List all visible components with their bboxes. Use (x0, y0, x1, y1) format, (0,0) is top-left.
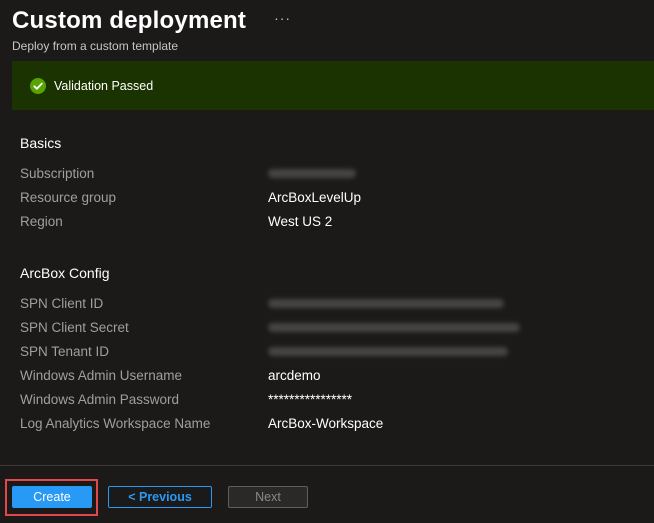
row-value: arcdemo (268, 367, 321, 383)
redacted-value (268, 168, 356, 178)
more-options-button[interactable]: ··· (270, 8, 295, 28)
validation-banner: Validation Passed (12, 61, 654, 110)
title-row: Custom deployment ··· (12, 4, 654, 38)
summary-row-region: Region West US 2 (20, 209, 640, 233)
page-subtitle: Deploy from a custom template (12, 39, 179, 53)
summary-row-admin-username: Windows Admin Username arcdemo (20, 363, 640, 387)
redacted-value (268, 322, 520, 332)
row-label: Log Analytics Workspace Name (20, 415, 211, 431)
row-label: Windows Admin Password (20, 391, 180, 407)
section-title-basics: Basics (20, 135, 62, 151)
summary-row-subscription: Subscription (20, 161, 640, 185)
redacted-value (268, 346, 508, 356)
validation-status-text: Validation Passed (54, 78, 154, 93)
footer-divider (0, 465, 654, 466)
page-header: Custom deployment ··· Deploy from a cust… (12, 4, 654, 53)
row-label: Subscription (20, 165, 95, 181)
row-value-redacted (268, 296, 504, 311)
summary-row-spn-client-secret: SPN Client Secret (20, 315, 640, 339)
summary-row-workspace-name: Log Analytics Workspace Name ArcBox-Work… (20, 411, 640, 435)
row-label: Region (20, 213, 63, 229)
summary-row-resource-group: Resource group ArcBoxLevelUp (20, 185, 640, 209)
summary-row-spn-client-id: SPN Client ID (20, 291, 640, 315)
row-value-redacted (268, 344, 508, 359)
previous-button[interactable]: < Previous (108, 486, 212, 508)
redacted-value (268, 298, 504, 308)
summary-row-admin-password: Windows Admin Password **************** (20, 387, 640, 411)
next-button[interactable]: Next (228, 486, 308, 508)
row-value-redacted (268, 320, 520, 335)
check-circle-icon (30, 77, 46, 94)
row-value: ArcBox-Workspace (268, 415, 384, 431)
section-title-arcbox-config: ArcBox Config (20, 265, 110, 281)
row-value: West US 2 (268, 213, 333, 229)
row-label: Windows Admin Username (20, 367, 183, 383)
row-label: SPN Client ID (20, 295, 104, 311)
page-title: Custom deployment (12, 7, 247, 34)
row-label: SPN Client Secret (20, 319, 129, 335)
row-label: Resource group (20, 189, 117, 205)
row-value-redacted (268, 166, 356, 181)
custom-deployment-page: Custom deployment ··· Deploy from a cust… (0, 0, 654, 523)
row-label: SPN Tenant ID (20, 343, 110, 359)
row-value: ArcBoxLevelUp (268, 189, 362, 205)
row-value: **************** (268, 391, 353, 407)
create-button[interactable]: Create (12, 486, 92, 508)
summary-row-spn-tenant-id: SPN Tenant ID (20, 339, 640, 363)
